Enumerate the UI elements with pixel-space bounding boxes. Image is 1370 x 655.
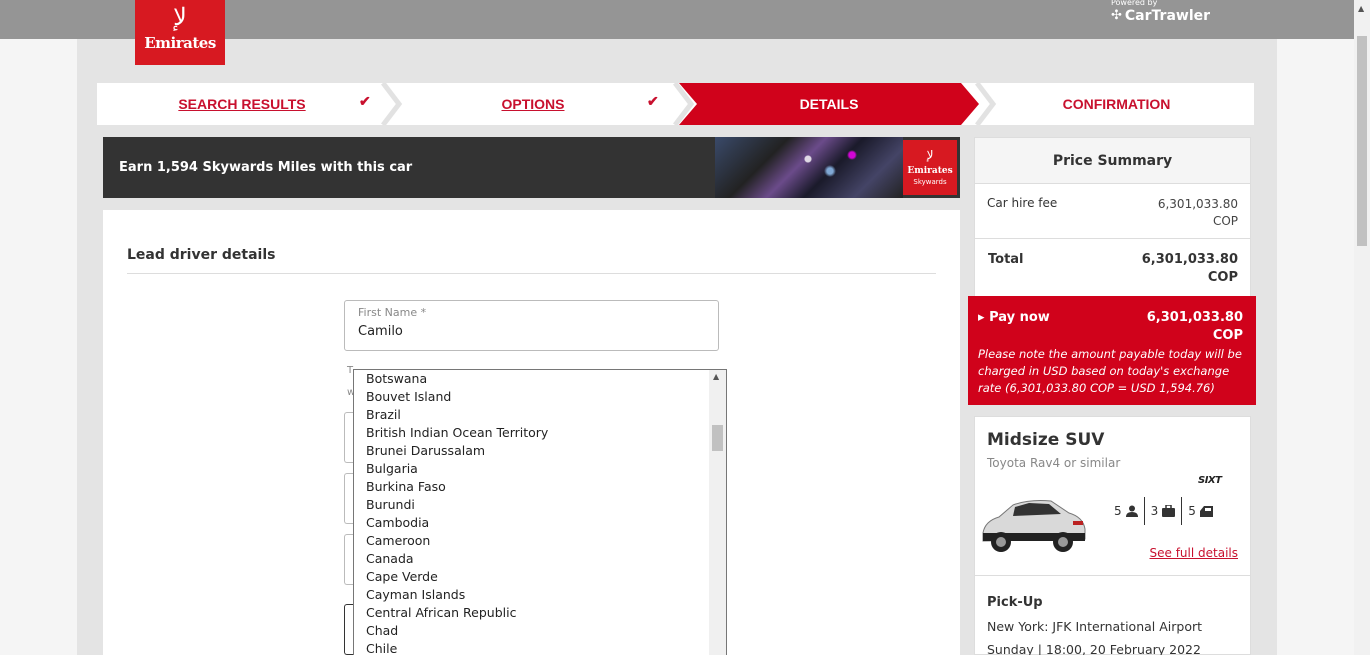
- country-option[interactable]: Brunei Darussalam: [354, 442, 710, 460]
- car-hire-fee-row: Car hire fee 6,301,033.80 COP: [975, 184, 1250, 239]
- country-option[interactable]: Chile: [354, 640, 710, 655]
- country-options: Botswana Bouvet Island Brazil British India…: [354, 370, 710, 655]
- step-search-results-label[interactable]: SEARCH RESULTS: [97, 96, 387, 112]
- total-currency: COP: [1207, 270, 1238, 285]
- pickup-datetime: Sunday | 18:00, 20 February 2022: [987, 642, 1201, 655]
- step-confirmation-label: CONFIRMATION: [1062, 96, 1171, 112]
- country-option[interactable]: Burundi: [354, 496, 710, 514]
- passengers-spec: 5: [1114, 497, 1144, 525]
- powered-by-label: Powered by: [1111, 0, 1158, 7]
- powered-by-cartrawler: Powered by ✣ CarTrawler: [1111, 0, 1221, 24]
- pay-now-toggle[interactable]: ▸ Pay now: [978, 310, 1050, 325]
- passengers-count: 5: [1114, 504, 1122, 518]
- country-dropdown-list[interactable]: Botswana Bouvet Island Brazil British India…: [353, 369, 727, 655]
- exchange-rate-note: Please note the amount payable today wil…: [978, 347, 1242, 395]
- country-option[interactable]: Chad: [354, 622, 710, 640]
- dropdown-scrollbar[interactable]: ▲: [709, 370, 726, 655]
- total-value: 6,301,033.80 COP: [1142, 251, 1238, 287]
- country-option[interactable]: Burkina Faso: [354, 478, 710, 496]
- scroll-up-icon[interactable]: ▲: [1358, 4, 1364, 13]
- doors-count: 5: [1188, 504, 1196, 518]
- step-confirmation: CONFIRMATION: [979, 83, 1254, 125]
- emirates-calligraphy-icon: ﻹ: [926, 148, 934, 162]
- pay-now-amount: 6,301,033.80: [1146, 310, 1243, 325]
- doors-spec: 5: [1181, 497, 1219, 525]
- pay-now-label: Pay now: [989, 310, 1050, 325]
- car-hire-fee-currency: COP: [1212, 214, 1238, 228]
- door-icon: [1199, 505, 1213, 517]
- car-hire-fee-value: 6,301,033.80 COP: [1158, 196, 1238, 230]
- step-options-label[interactable]: OPTIONS: [387, 96, 679, 112]
- first-name-value[interactable]: Camilo: [358, 324, 403, 339]
- car-hire-fee-label: Car hire fee: [987, 196, 1058, 210]
- pay-now-panel[interactable]: ▸ Pay now 6,301,033.80 COP Please note t…: [968, 296, 1256, 405]
- step-search-results[interactable]: SEARCH RESULTS ✔: [97, 83, 387, 125]
- skywards-badge-line1: Emirates: [907, 166, 953, 176]
- car-night-photo: [715, 137, 903, 198]
- first-name-field[interactable]: First Name * Camilo: [344, 300, 719, 351]
- skywards-badge-line2: Skywards: [913, 178, 947, 186]
- cartrawler-icon: ✣: [1111, 8, 1122, 23]
- step-options[interactable]: OPTIONS ✔: [387, 83, 679, 125]
- page-margin-right: [1277, 39, 1354, 655]
- pay-now-value: 6,301,033.80 COP: [1147, 309, 1243, 345]
- skywards-badge: ﻹ Emirates Skywards: [903, 140, 957, 195]
- price-summary-title: Price Summary: [975, 138, 1250, 184]
- country-option[interactable]: Cambodia: [354, 514, 710, 532]
- emirates-calligraphy-icon: ﻹ: [173, 3, 187, 31]
- cartrawler-brand: CarTrawler: [1124, 8, 1211, 24]
- step-details: DETAILS: [679, 83, 979, 125]
- total-amount: 6,301,033.80: [1141, 252, 1238, 267]
- pickup-location: New York: JFK International Airport: [987, 619, 1203, 634]
- caret-right-icon: ▸: [978, 310, 990, 325]
- dropdown-scroll-thumb[interactable]: [712, 425, 723, 451]
- window-scroll-thumb[interactable]: [1357, 36, 1367, 246]
- country-option[interactable]: Bulgaria: [354, 460, 710, 478]
- booking-steps: SEARCH RESULTS ✔ OPTIONS ✔ DETAILS CONFI…: [97, 83, 1254, 125]
- scroll-up-icon[interactable]: ▲: [713, 372, 719, 381]
- country-option[interactable]: Cape Verde: [354, 568, 710, 586]
- suitcase-icon: [1162, 505, 1176, 517]
- car-summary-card: Midsize SUV Toyota Rav4 or similar SIXT …: [974, 416, 1251, 655]
- country-option[interactable]: Canada: [354, 550, 710, 568]
- country-option[interactable]: Cameroon: [354, 532, 710, 550]
- page-margin-left: [0, 39, 77, 655]
- pay-now-currency: COP: [1212, 328, 1243, 343]
- see-full-details-link[interactable]: See full details: [1150, 546, 1239, 560]
- price-summary: Price Summary Car hire fee 6,301,033.80 …: [974, 137, 1251, 297]
- country-option[interactable]: Cayman Islands: [354, 586, 710, 604]
- car-hire-fee-amount: 6,301,033.80: [1157, 197, 1238, 211]
- skywards-miles-text: Earn 1,594 Skywards Miles with this car: [119, 160, 413, 175]
- total-label: Total: [988, 252, 1024, 267]
- pickup-heading: Pick-Up: [987, 595, 1043, 610]
- divider: [127, 273, 936, 274]
- divider: [975, 575, 1250, 576]
- emirates-logo-text: Emirates: [144, 34, 216, 52]
- bags-spec: 3: [1143, 497, 1182, 525]
- car-image: [982, 500, 1086, 552]
- country-option[interactable]: Brazil: [354, 406, 710, 424]
- country-option[interactable]: Botswana: [354, 370, 710, 388]
- first-name-label: First Name *: [358, 306, 427, 319]
- country-option[interactable]: Central African Republic: [354, 604, 710, 622]
- car-model: Toyota Rav4 or similar: [987, 456, 1121, 470]
- car-specs: 5 3 5: [1114, 497, 1219, 525]
- check-icon: ✔: [647, 93, 659, 109]
- supplier-logo: SIXT: [1198, 475, 1222, 486]
- window-scrollbar[interactable]: ▲: [1354, 0, 1370, 655]
- bags-count: 3: [1150, 504, 1159, 518]
- car-category: Midsize SUV: [987, 430, 1105, 450]
- country-option[interactable]: British Indian Ocean Territory: [354, 424, 710, 442]
- lead-driver-heading: Lead driver details: [127, 247, 276, 263]
- country-option[interactable]: Bouvet Island: [354, 388, 710, 406]
- step-details-label: DETAILS: [799, 96, 859, 112]
- emirates-logo[interactable]: ﻹ Emirates: [135, 0, 225, 65]
- person-icon: [1125, 505, 1138, 517]
- check-icon: ✔: [359, 93, 371, 109]
- skywards-banner: Earn 1,594 Skywards Miles with this car …: [103, 137, 960, 198]
